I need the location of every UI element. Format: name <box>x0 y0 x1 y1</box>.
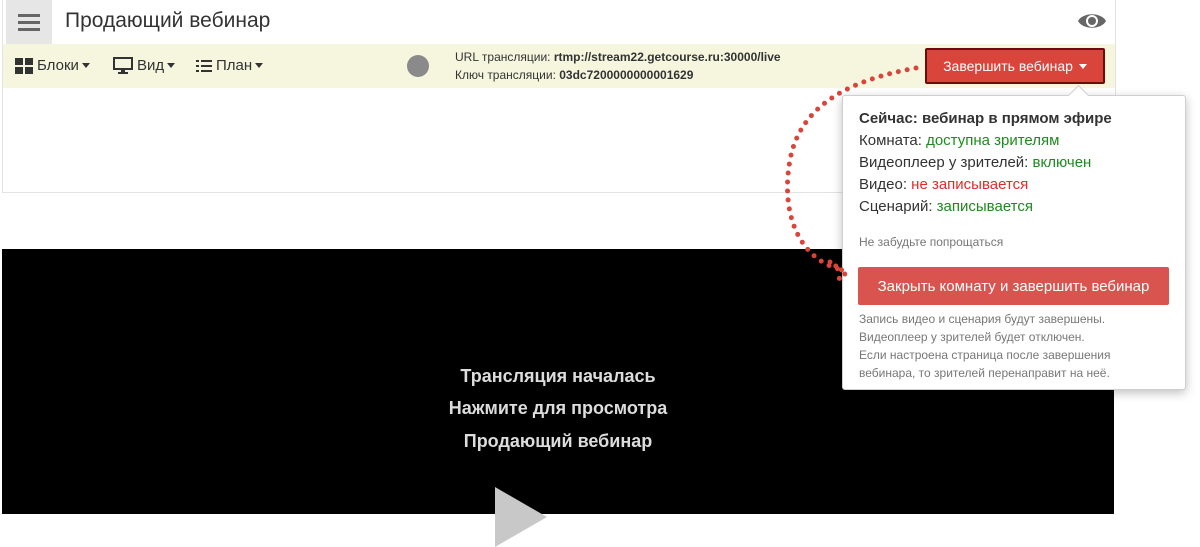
chevron-down-icon <box>255 63 264 68</box>
stream-info: URL трансляции: rtmp://stream22.getcours… <box>455 48 781 84</box>
play-icon[interactable] <box>495 487 547 547</box>
view-menu-label: Вид <box>137 57 165 74</box>
plan-menu-label: План <box>216 57 253 74</box>
chevron-down-icon <box>1078 63 1087 69</box>
stream-key-label: Ключ трансляции: <box>455 68 556 82</box>
close-room-button[interactable]: Закрыть комнату и завершить вебинар <box>858 267 1169 305</box>
chevron-down-icon <box>167 63 176 68</box>
script-record-label: Сценарий: <box>859 198 933 215</box>
close-note: Запись видео и сценария будут завершены.… <box>859 310 1179 382</box>
video-record-status: Видео: не записывается <box>859 176 1028 193</box>
video-prompt-line: Нажмите для просмотра <box>448 398 668 418</box>
room-status: Комната: доступна зрителям <box>859 132 1059 149</box>
view-menu[interactable]: Вид <box>113 57 176 74</box>
player-status: Видеоплеер у зрителей: включен <box>859 154 1091 171</box>
room-status-label: Комната: <box>859 132 922 149</box>
stream-key-row: Ключ трансляции: 03dc7200000000001629 <box>455 66 781 84</box>
reminder-text: Не забудьте попрощаться <box>859 235 1004 249</box>
close-note-line: Запись видео и сценария будут завершены. <box>859 312 1106 326</box>
player-status-value: включен <box>1032 154 1092 171</box>
video-record-value: не записывается <box>911 176 1029 193</box>
stream-key-value[interactable]: 03dc7200000000001629 <box>559 68 693 82</box>
close-note-line: Видеоплеер у зрителей будет отключен. <box>859 330 1085 344</box>
plan-menu[interactable]: План <box>196 57 264 74</box>
grid-icon <box>15 57 33 74</box>
end-webinar-button[interactable]: Завершить вебинар <box>925 48 1105 84</box>
blocks-menu[interactable]: Блоки <box>15 57 90 74</box>
header: Продающий вебинар <box>3 0 1115 44</box>
script-record-value: записывается <box>936 198 1033 215</box>
monitor-icon <box>113 57 133 74</box>
script-record-status: Сценарий: записывается <box>859 198 1033 215</box>
list-icon <box>196 59 212 72</box>
close-note-line: Если настроена страница после завершения <box>859 348 1111 362</box>
close-note-line: вебинара, то зрителей перенаправит на не… <box>859 366 1110 380</box>
blocks-menu-label: Блоки <box>37 57 79 74</box>
video-record-label: Видео: <box>859 176 907 193</box>
end-webinar-label: Завершить вебинар <box>943 58 1073 74</box>
room-status-value: доступна зрителям <box>926 132 1060 149</box>
current-status: Сейчас: вебинар в прямом эфире <box>859 110 1112 127</box>
video-title-line: Продающий вебинар <box>463 431 653 451</box>
player-status-label: Видеоплеер у зрителей: <box>859 154 1029 171</box>
toolbar: Блоки Вид План URL трансляции: rtmp://st… <box>3 44 1115 88</box>
stream-url-value[interactable]: rtmp://stream22.getcourse.ru:30000/live <box>554 50 781 64</box>
end-webinar-dropdown: Сейчас: вебинар в прямом эфире Комната: … <box>842 84 1186 390</box>
stream-url-label: URL трансляции: <box>455 50 551 64</box>
broadcast-status-indicator <box>407 55 429 77</box>
eye-icon[interactable] <box>1076 9 1108 33</box>
stream-url-row: URL трансляции: rtmp://stream22.getcours… <box>455 48 781 66</box>
page-title: Продающий вебинар <box>65 9 271 32</box>
hamburger-menu-icon[interactable] <box>6 0 52 44</box>
chevron-down-icon <box>81 63 90 68</box>
